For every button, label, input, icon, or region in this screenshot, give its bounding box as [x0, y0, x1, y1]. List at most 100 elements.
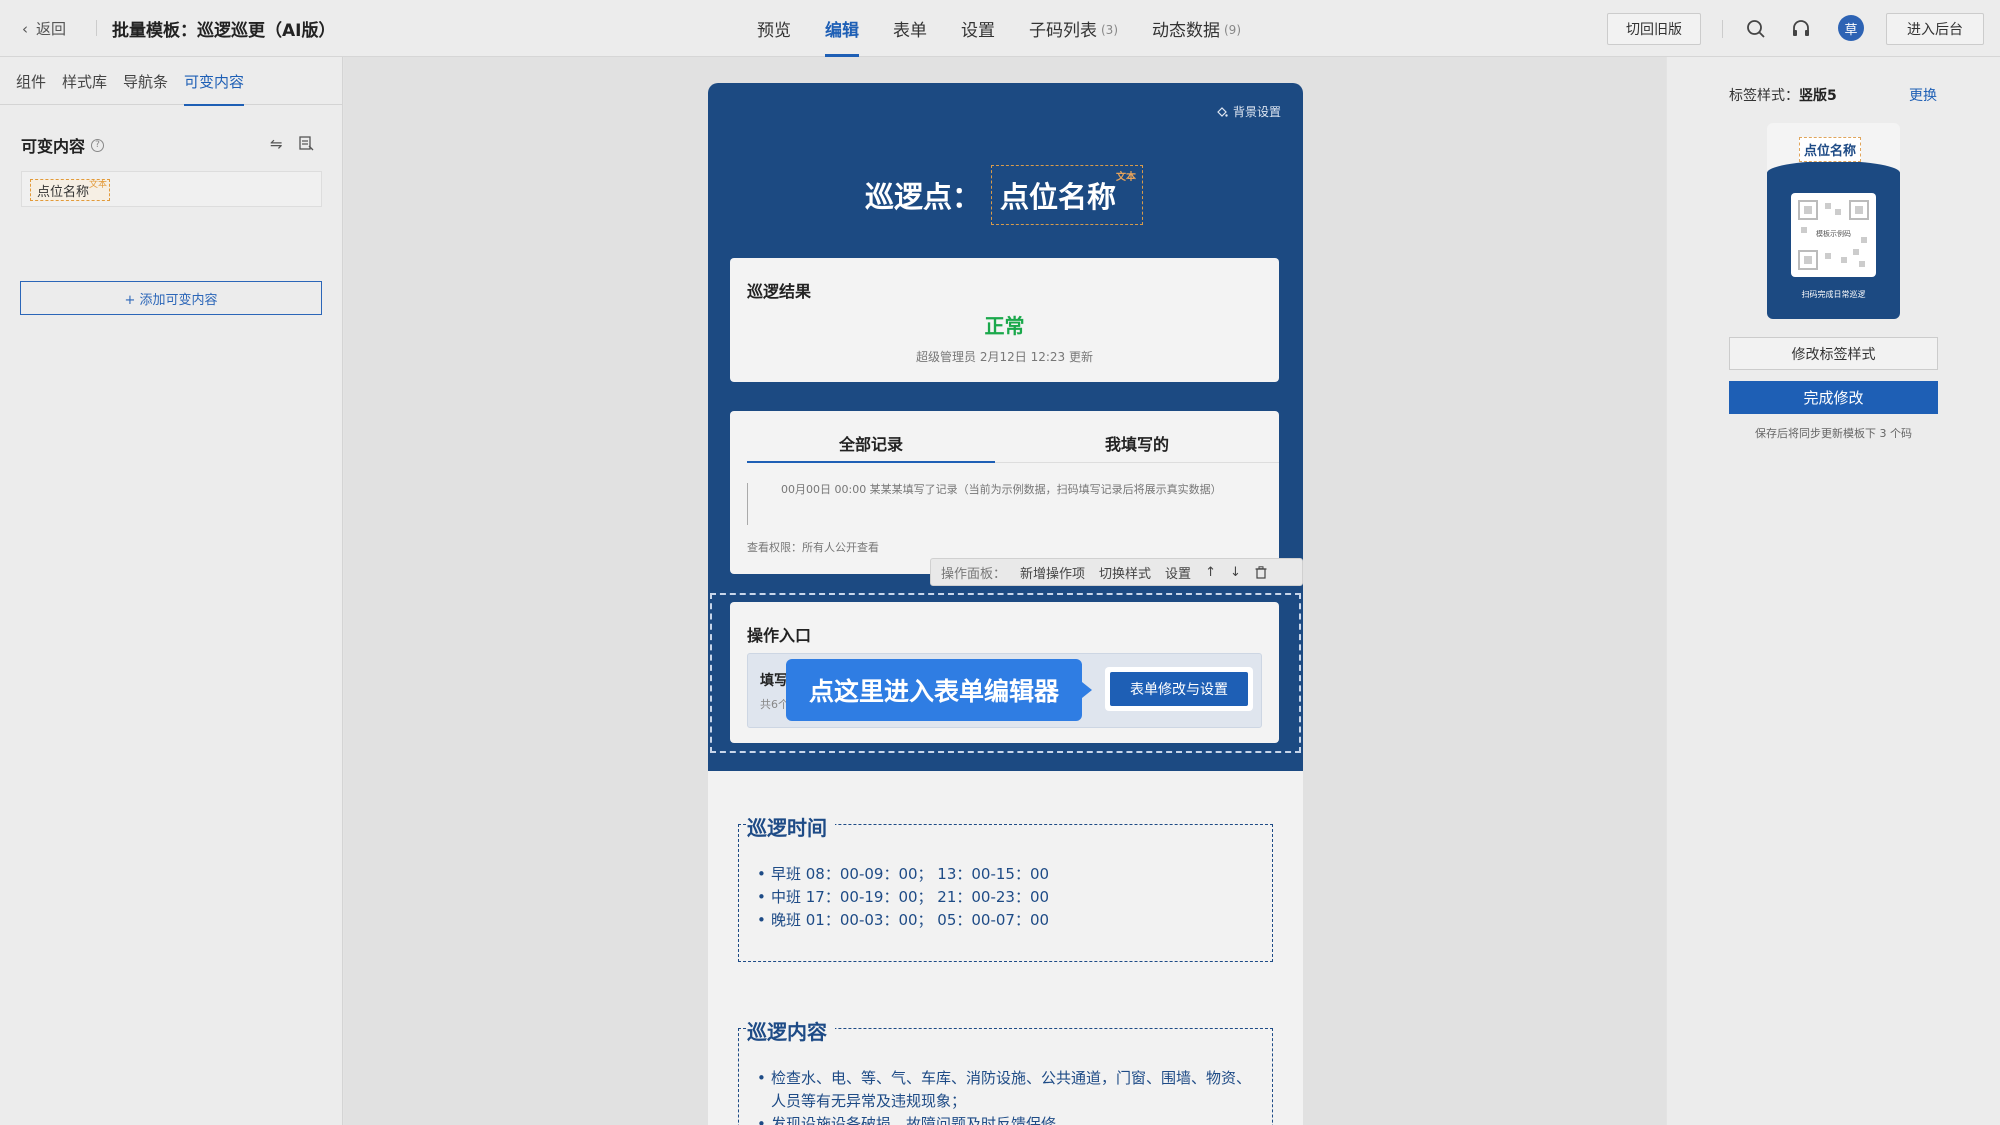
form-button-label: 表单修改与设置	[1110, 672, 1248, 706]
update-meta: 超级管理员 2月12日 12:23 更新	[916, 350, 1093, 364]
section-title: 巡逻内容	[747, 1016, 835, 1045]
heading-text: 可变内容	[21, 137, 86, 156]
guide-tooltip: 点这里进入表单编辑器	[786, 659, 1092, 721]
variable-content-heading: 可变内容 ?	[21, 133, 105, 157]
card-heading: 巡逻结果	[747, 282, 812, 301]
tab-all-records[interactable]: 全部记录	[747, 431, 995, 463]
tab-label: 预览	[757, 21, 791, 41]
tab-variable-content[interactable]: 可变内容	[176, 57, 252, 106]
entry-item-sub: 共6个	[760, 698, 789, 711]
switch-style-button[interactable]: 切换样式	[1099, 563, 1151, 582]
tab-navbar[interactable]: 导航条	[115, 57, 176, 105]
arrow-up-icon[interactable]: ↑	[1205, 565, 1216, 580]
finish-modify-button[interactable]: 完成修改	[1729, 381, 1938, 414]
tab-label: 表单	[893, 21, 927, 41]
avatar[interactable]: 草	[1838, 15, 1864, 41]
top-bar: ‹ 返回 批量模板：巡逻巡更（AI版） 预览 编辑 表单 设置 子码列表 (3) …	[0, 0, 2000, 57]
title-variable[interactable]: 点位名称 文本	[991, 165, 1144, 225]
tab-label: 子码列表	[1029, 21, 1097, 41]
left-tabs: 组件 样式库 导航条 可变内容	[0, 57, 342, 106]
sync-note: 保存后将同步更新模板下 3 个码	[1755, 427, 1912, 440]
tab-subcode-list[interactable]: 子码列表 (3)	[1012, 0, 1135, 57]
change-style-link[interactable]: 更换	[1909, 85, 1937, 105]
bg-setting-label: 背景设置	[1232, 105, 1281, 119]
paint-bucket-icon	[1217, 106, 1228, 117]
label-style-prefix: 标签样式：	[1729, 88, 1799, 104]
tab-components[interactable]: 组件	[8, 57, 54, 105]
title-variable-text: 点位名称	[1000, 180, 1117, 214]
list-item: 发现设施设备破损、故障问题及时反馈保修	[757, 1113, 1257, 1125]
tab-edit[interactable]: 编辑	[808, 0, 876, 57]
tab-form[interactable]: 表单	[876, 0, 944, 57]
phone-preview: 背景设置 巡逻点： 点位名称 文本 巡逻结果 正常 超级管理员 2月12日 12…	[708, 83, 1303, 1125]
tab-settings[interactable]: 设置	[944, 0, 1012, 57]
left-panel: 组件 样式库 导航条 可变内容 可变内容 ? ⇋ 点位名称 文本 + 添加可变内…	[0, 57, 343, 1125]
tab-dynamic-data[interactable]: 动态数据 (9)	[1135, 0, 1258, 57]
label-preview-footer: 扫码完成日常巡逻	[1801, 290, 1866, 299]
swap-icon[interactable]: ⇋	[270, 135, 283, 153]
switch-old-version-button[interactable]: 切回旧版	[1607, 13, 1701, 45]
patrol-content-section[interactable]: 巡逻内容 检查水、电、等、气、车库、消防设施、公共通道，门窗、围墙、物资、人员等…	[738, 1016, 1273, 1125]
headset-icon[interactable]	[1790, 18, 1812, 40]
main-nav: 预览 编辑 表单 设置 子码列表 (3) 动态数据 (9)	[740, 0, 1258, 57]
tab-count: (3)	[1101, 23, 1118, 37]
list-item: 早班 08：00-09：00； 13：00-15：00	[757, 863, 1049, 886]
tab-label: 编辑	[825, 21, 859, 41]
modify-label-style-button[interactable]: 修改标签样式	[1729, 337, 1938, 370]
variable-type-tag: 文本	[1116, 172, 1137, 183]
label-style: 标签样式：竖版5	[1729, 85, 1837, 105]
list-item: 晚班 01：00-03：00； 05：00-07：00	[757, 909, 1049, 932]
enter-admin-button[interactable]: 进入后台	[1886, 13, 1984, 45]
label-style-value: 竖版5	[1799, 88, 1837, 104]
op-panel-label: 操作面板：	[941, 566, 1007, 582]
records-tabs: 全部记录 我填写的	[747, 411, 1279, 463]
add-operation-button[interactable]: 新增操作项	[1020, 563, 1085, 582]
trash-icon[interactable]	[1255, 565, 1267, 579]
card-heading: 操作入口	[747, 626, 812, 645]
status-value: 正常	[984, 314, 1025, 338]
chevron-left-icon: ‹	[22, 19, 28, 38]
variable-label: 点位名称	[37, 184, 90, 200]
back-button[interactable]: ‹ 返回	[22, 18, 66, 39]
tab-label: 动态数据	[1152, 21, 1220, 41]
search-icon[interactable]	[1745, 18, 1767, 40]
label-preview: 点位名称 模板示例码 扫码完成日常巡逻	[1767, 123, 1900, 319]
op-settings-button[interactable]: 设置	[1165, 563, 1191, 582]
label-preview-name: 点位名称	[1799, 137, 1862, 162]
tab-count: (9)	[1224, 23, 1241, 37]
time-list: 早班 08：00-09：00； 13：00-15：00 中班 17：00-19：…	[757, 863, 1049, 932]
record-item: 00月00日 00:00 某某某填写了记录（当前为示例数据，扫码填写记录后将展示…	[781, 483, 1222, 496]
list-settings-icon[interactable]	[298, 135, 314, 151]
patrol-result-card[interactable]: 巡逻结果 正常 超级管理员 2月12日 12:23 更新	[730, 258, 1279, 382]
tab-label: 设置	[961, 21, 995, 41]
right-panel: 标签样式：竖版5 更换 点位名称 模板示例码 扫码完成日常巡逻 修改标签样式 完…	[1667, 57, 2000, 1125]
add-variable-button[interactable]: + 添加可变内容	[20, 281, 322, 315]
qr-caption: 模板示例码	[1816, 230, 1851, 238]
records-card[interactable]: 全部记录 我填写的 00月00日 00:00 某某某填写了记录（当前为示例数据，…	[730, 411, 1279, 574]
content-list: 检查水、电、等、气、车库、消防设施、公共通道，门窗、围墙、物资、人员等有无异常及…	[757, 1067, 1257, 1125]
section-title: 巡逻时间	[747, 812, 835, 841]
divider	[96, 20, 97, 36]
qr-code: 模板示例码	[1791, 193, 1876, 277]
help-icon[interactable]: ?	[91, 138, 105, 152]
tab-preview[interactable]: 预览	[740, 0, 808, 57]
entry-item-title: 填写	[760, 673, 788, 689]
checkpoint-title: 巡逻点： 点位名称 文本	[865, 165, 1144, 225]
list-item: 中班 17：00-19：00； 21：00-23：00	[757, 886, 1049, 909]
variable-chip[interactable]: 点位名称 文本	[30, 179, 111, 201]
timeline-line	[747, 483, 748, 525]
variable-type-tag: 文本	[89, 180, 108, 190]
title-prefix: 巡逻点：	[865, 180, 982, 214]
background-settings-button[interactable]: 背景设置	[1216, 103, 1281, 120]
patrol-time-section[interactable]: 巡逻时间 早班 08：00-09：00； 13：00-15：00 中班 17：0…	[738, 812, 1273, 962]
list-item: 检查水、电、等、气、车库、消防设施、公共通道，门窗、围墙、物资、人员等有无异常及…	[757, 1067, 1257, 1113]
tab-style-library[interactable]: 样式库	[54, 57, 115, 105]
tab-my-records[interactable]: 我填写的	[995, 431, 1279, 455]
back-label: 返回	[36, 20, 67, 38]
variable-list: 点位名称 文本	[21, 171, 322, 207]
form-edit-settings-button[interactable]: 表单修改与设置	[1105, 667, 1253, 711]
divider	[1722, 20, 1723, 38]
arrow-down-icon[interactable]: ↓	[1230, 565, 1241, 580]
operation-panel: 操作面板： 新增操作项 切换样式 设置 ↑ ↓	[930, 558, 1303, 586]
page-title: 批量模板：巡逻巡更（AI版）	[112, 21, 336, 41]
